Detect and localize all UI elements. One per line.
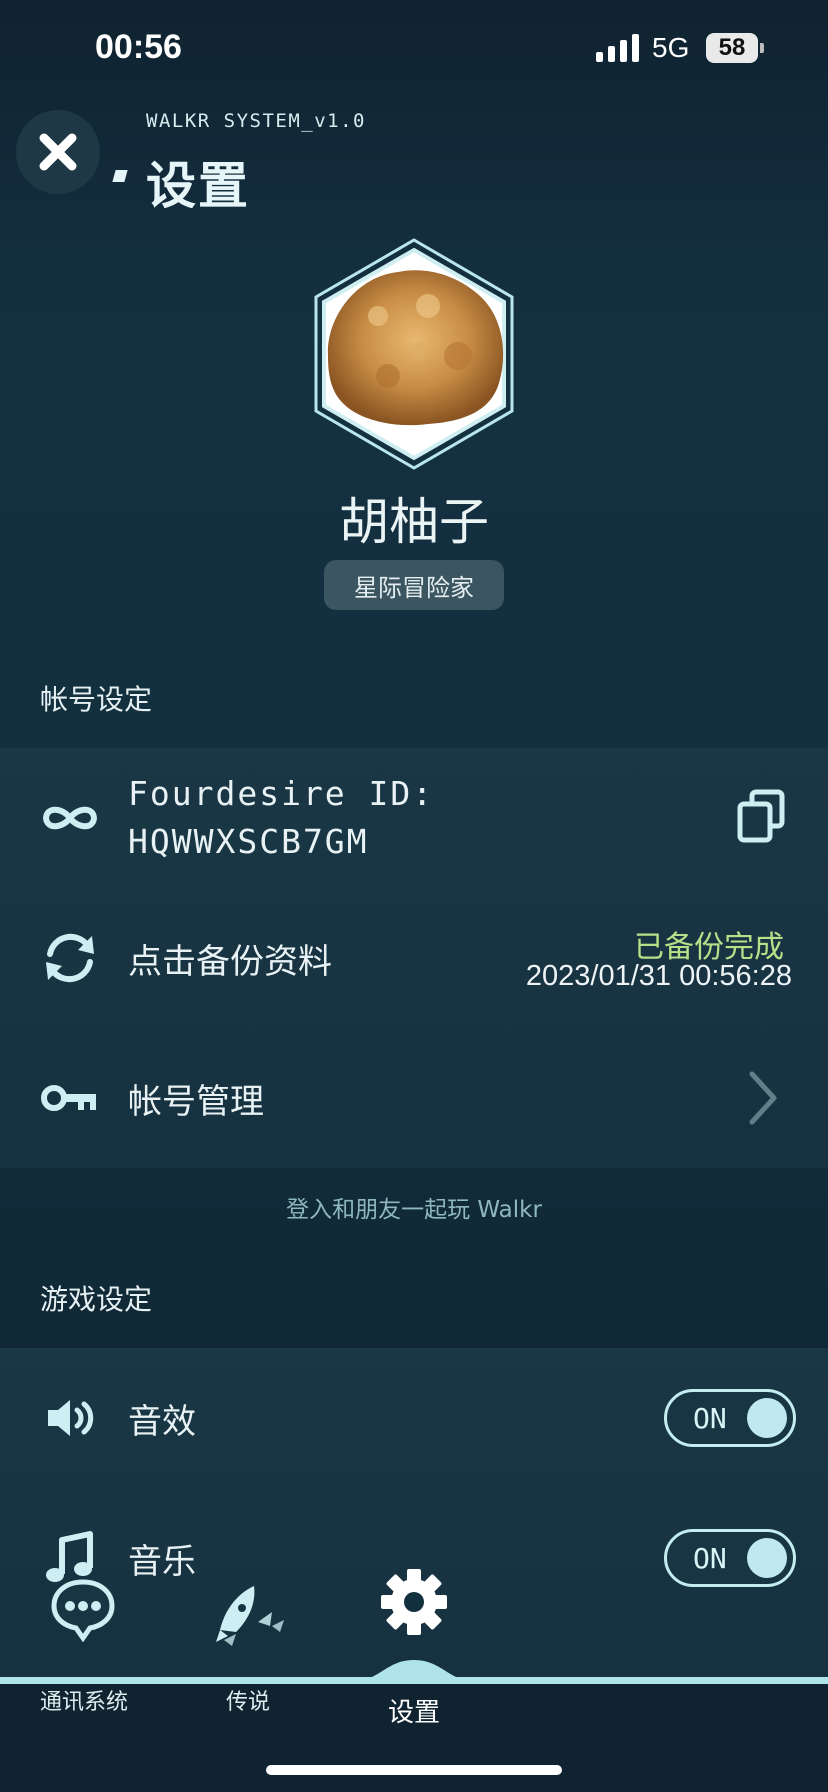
account-management-label: 帐号管理 [128, 1082, 264, 1122]
infinity-icon [40, 788, 100, 848]
fourdesire-id-value: HQWWXSCB7GM [128, 822, 369, 861]
sound-effects-toggle[interactable]: ON [664, 1389, 796, 1447]
network-label: 5G [652, 32, 690, 63]
status-time: 00:56 [95, 28, 182, 66]
home-indicator[interactable] [266, 1765, 562, 1775]
sound-effects-label: 音效 [128, 1402, 196, 1442]
title-marker [112, 170, 128, 182]
close-button[interactable] [16, 110, 100, 194]
sound-toggle-state: ON [693, 1402, 727, 1435]
system-version-label: WALKR SYSTEM_v1.0 [146, 110, 366, 132]
backup-timestamp: 2023/01/31 00:56:28 [525, 960, 792, 992]
battery-level: 58 [706, 33, 758, 63]
avatar[interactable] [308, 236, 520, 472]
music-toggle[interactable]: ON [664, 1529, 796, 1587]
tab-communications[interactable]: 通讯系统 [30, 1578, 138, 1715]
tab-label-legends: 传说 [225, 1690, 270, 1715]
sync-icon [40, 928, 100, 988]
rank-badge: 星际冒险家 [324, 560, 504, 610]
backup-label: 点击备份资料 [128, 942, 332, 982]
account-management-row[interactable] [0, 1040, 828, 1156]
rocket-icon [216, 1586, 284, 1646]
signal-icon [596, 34, 639, 62]
section-title-game: 游戏设定 [40, 1283, 153, 1316]
music-toggle-state: ON [693, 1542, 727, 1575]
gear-icon [381, 1569, 447, 1635]
copy-button[interactable] [734, 788, 790, 844]
fourdesire-id-label: Fourdesire ID: [128, 774, 435, 813]
speaker-icon [40, 1388, 100, 1448]
battery-icon: 58 [706, 33, 764, 63]
key-icon [40, 1068, 100, 1128]
chevron-right-icon [749, 1071, 777, 1125]
section-title-account: 帐号设定 [40, 683, 153, 716]
tab-settings[interactable]: 设置 [360, 1566, 468, 1728]
tab-label-settings: 设置 [387, 1698, 440, 1728]
player-name: 胡柚子 [339, 493, 489, 551]
tab-label-communications: 通讯系统 [39, 1690, 128, 1715]
login-hint[interactable]: 登入和朋友一起玩 Walkr [0, 1190, 828, 1224]
copy-icon [737, 789, 785, 843]
music-label: 音乐 [128, 1542, 196, 1582]
chat-icon [51, 1579, 115, 1642]
close-icon [39, 133, 77, 171]
tab-legends[interactable]: 传说 [196, 1578, 300, 1715]
page-title: 设置 [146, 157, 250, 215]
